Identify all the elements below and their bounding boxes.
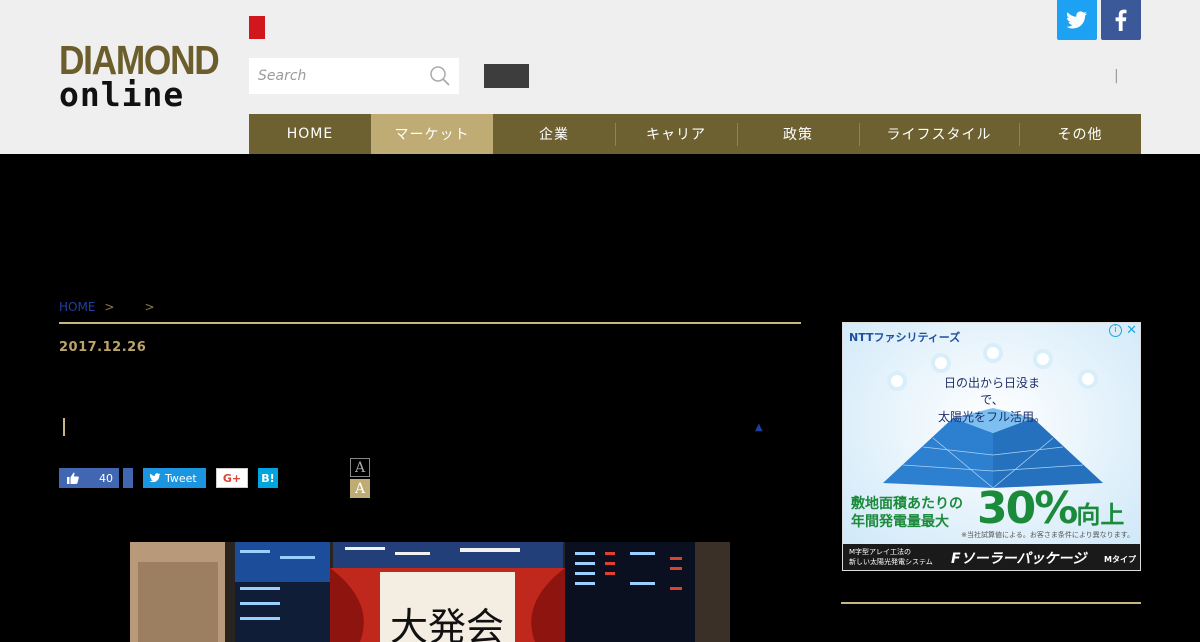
nav-item-label: マーケット [394, 127, 470, 143]
breadcrumb: HOME > > [59, 300, 163, 314]
twitter-button[interactable] [1057, 0, 1097, 40]
like-count: 40 [99, 471, 113, 485]
thumbs-up-icon [67, 472, 79, 484]
article-top-rule [59, 322, 801, 324]
tweet-label: Tweet [165, 471, 197, 485]
svg-text:大発会: 大発会 [390, 605, 504, 642]
twitter-bird-icon [149, 473, 161, 483]
header-dark-button[interactable] [484, 64, 529, 88]
nav-item-other[interactable]: その他 [1019, 114, 1141, 154]
ad-percent: 30% [977, 483, 1078, 534]
nav-item-home[interactable]: HOME [249, 114, 371, 154]
font-size-small-button[interactable]: A [350, 458, 370, 477]
nav-item-lifestyle[interactable]: ライフスタイル [859, 114, 1019, 154]
ad-footnote: ※当社試算値による。お客さま条件により異なります。 [961, 531, 1134, 539]
site-header: DIAMOND online | HOME マーケット 企業 キャリア 政策 ラ… [0, 0, 1200, 154]
nav-item-label: HOME [286, 126, 334, 142]
ad-product-name: Fソーラーパッケージ [951, 551, 1087, 567]
ad-footer-caption: M字型アレイ工法の 新しい太陽光発電システム [849, 547, 933, 567]
google-plus-button[interactable]: G+ [216, 468, 248, 488]
ad-tagline-line: 日の出から日没まで、 [943, 376, 1040, 407]
ad-footer-caption-line: M字型アレイ工法の [849, 548, 912, 556]
sidebar-rule [841, 602, 1141, 604]
sidebar-advertisement[interactable]: NTTファシリティーズ i ✕ 日の出から日没まで、 太陽光をフル活用。 敷地面… [842, 322, 1141, 571]
nav-item-label: ライフスタイル [886, 127, 992, 143]
ad-close-icon[interactable]: ✕ [1126, 323, 1137, 338]
breadcrumb-home-link[interactable]: HOME [59, 300, 95, 314]
ad-percent-suffix: 向上 [1076, 501, 1125, 529]
logo-online-text: online [59, 75, 185, 114]
stock-exchange-photo: 大発会 [130, 542, 730, 642]
nav-item-companies[interactable]: 企業 [493, 114, 615, 154]
ad-headline-value: 30%向上 [977, 483, 1124, 534]
twitter-icon [1066, 11, 1087, 29]
facebook-like-button[interactable]: 40 [59, 468, 119, 488]
tweet-button[interactable]: Tweet [143, 468, 206, 488]
search-icon[interactable] [428, 64, 452, 88]
title-accent-bar [63, 418, 65, 436]
nav-item-label: その他 [1057, 127, 1103, 143]
nav-item-policy[interactable]: 政策 [737, 114, 859, 154]
nav-item-label: 企業 [539, 127, 569, 143]
ad-footer-caption-line: 新しい太陽光発電システム [849, 558, 933, 566]
facebook-icon [1115, 9, 1127, 31]
nav-item-label: キャリア [646, 127, 706, 143]
nav-item-market[interactable]: マーケット [371, 114, 493, 154]
main-nav: HOME マーケット 企業 キャリア 政策 ライフスタイル その他 [249, 114, 1141, 154]
ad-product-type: Mタイプ [1104, 555, 1136, 564]
logo-diamond-text: DIAMOND [59, 37, 220, 83]
ad-copy-line: 敷地面積あたりの [851, 496, 963, 512]
nav-item-label: 政策 [783, 127, 813, 143]
facebook-button[interactable] [1101, 0, 1141, 40]
like-share-button[interactable] [123, 468, 133, 488]
ad-tagline: 日の出から日没まで、 太陽光をフル活用。 [937, 375, 1047, 426]
article-date: 2017.12.26 [59, 340, 147, 355]
header-divider: | [1114, 68, 1119, 84]
ad-tagline-line: 太陽光をフル活用。 [937, 410, 1046, 424]
breadcrumb-separator: > [144, 300, 155, 314]
google-plus-label: G+ [222, 471, 242, 485]
breadcrumb-separator: > [104, 300, 115, 314]
ad-copy-line: 年間発電量最大 [851, 514, 949, 530]
ad-footer-bar: M字型アレイ工法の 新しい太陽光発電システム Fソーラーパッケージ Mタイプ [843, 544, 1140, 570]
red-accent-block [249, 16, 265, 39]
ad-brand-label: NTTファシリティーズ [849, 331, 961, 344]
nav-item-career[interactable]: キャリア [615, 114, 737, 154]
font-size-large-button[interactable]: A [350, 479, 370, 498]
hatena-bookmark-button[interactable]: B! [258, 468, 278, 488]
hatena-label: B! [261, 471, 275, 485]
search-input[interactable] [249, 58, 419, 94]
article-photo: 大発会 [130, 542, 730, 642]
triangle-up-icon[interactable]: ▲ [755, 422, 763, 433]
ad-info-icon[interactable]: i [1109, 324, 1122, 337]
site-logo[interactable]: DIAMOND online [59, 37, 223, 114]
